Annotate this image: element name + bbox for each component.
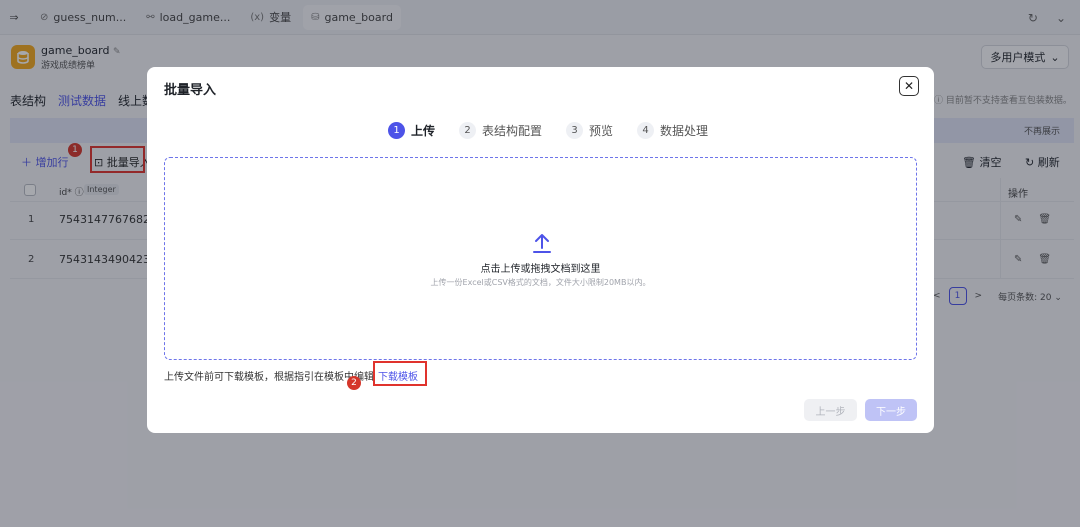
step-number: 2 <box>459 122 477 139</box>
step-label: 预览 <box>589 124 614 138</box>
step-label: 表结构配置 <box>482 124 543 138</box>
step-number: 1 <box>388 122 405 139</box>
upload-icon <box>533 234 551 253</box>
step-label: 上传 <box>411 124 436 138</box>
file-upload-dropzone[interactable]: 点击上传或拖拽文档到这里 上传一份Excel或CSV格式的文档，文件大小限制20… <box>164 157 917 360</box>
next-step-button[interactable]: 下一步 <box>865 399 917 421</box>
step-number: 3 <box>566 122 584 139</box>
close-button[interactable]: ✕ <box>899 76 919 96</box>
annotation-marker-2: 2 <box>347 376 361 390</box>
batch-import-dialog: 批量导入 ✕ 1 上传 2 表结构配置 3 预览 4 数据处理 点击上传或拖拽文… <box>147 67 934 433</box>
dialog-title: 批量导入 <box>164 83 217 98</box>
step-label: 数据处理 <box>660 124 709 138</box>
close-icon: ✕ <box>903 79 915 93</box>
step-data-processing: 4 数据处理 <box>637 122 708 139</box>
step-indicator: 1 上传 2 表结构配置 3 预览 4 数据处理 <box>388 122 732 139</box>
template-hint: 上传文件前可下载模板，根据指引在模板中编辑 <box>164 372 374 383</box>
step-schema-config: 2 表结构配置 <box>459 122 542 139</box>
annotation-highlight-box <box>373 361 427 386</box>
step-upload: 1 上传 <box>388 122 435 139</box>
step-number: 4 <box>637 122 655 139</box>
dropzone-instruction: 点击上传或拖拽文档到这里 <box>480 264 601 275</box>
prev-step-button[interactable]: 上一步 <box>804 399 857 421</box>
step-preview: 3 预览 <box>566 122 613 139</box>
dropzone-hint: 上传一份Excel或CSV格式的文档，文件大小限制20MB以内。 <box>430 278 651 287</box>
